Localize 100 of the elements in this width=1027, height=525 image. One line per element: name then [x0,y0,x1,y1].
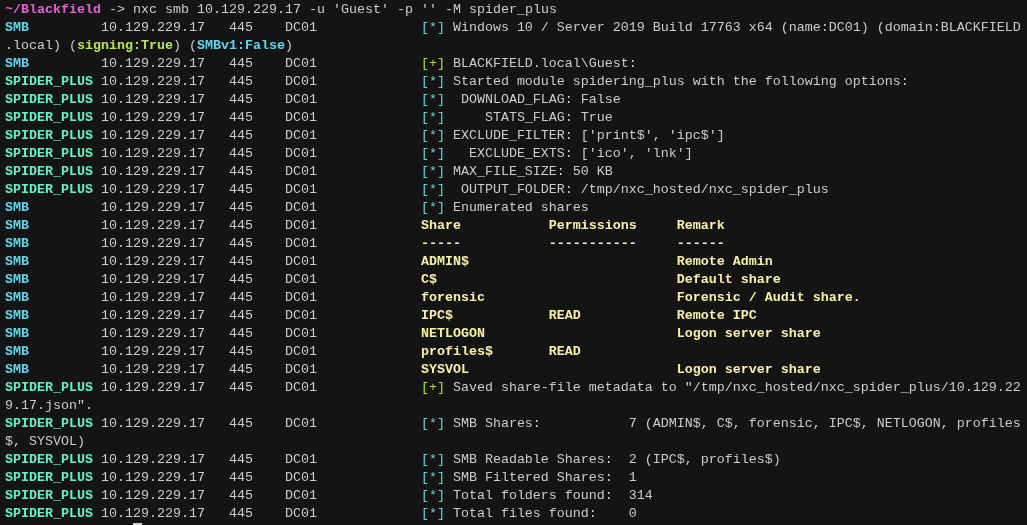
module-label: SMB [5,236,29,251]
share-name: ADMIN$ [420,254,469,269]
status-marker: [*] [420,146,445,161]
log-message: Enumerated shares [452,200,589,215]
log-message: EXCLUDE_EXTS: ['ico', 'lnk'] [467,146,693,161]
status-marker: [*] [420,182,445,197]
hostname: DC01 [284,470,317,485]
log-message-continuation: $, SYSVOL) [5,433,85,451]
share-remark: Remote Admin [676,254,773,269]
hostname: DC01 [284,506,317,521]
log-message: SMB Readable Shares: 2 (IPC$, profiles$) [452,452,781,467]
host-address: 10.129.229.17 [100,362,205,377]
host-address: 10.129.229.17 [100,470,205,485]
hostname: DC01 [284,236,317,251]
host-address: 10.129.229.17 [100,182,205,197]
status-marker: [*] [420,92,445,107]
share-permissions: READ [548,308,581,323]
port-number: 445 [228,164,253,179]
hostname: DC01 [284,128,317,143]
port-number: 445 [228,236,253,251]
module-label: SPIDER_PLUS [5,74,93,89]
hostname: DC01 [284,344,317,359]
log-message-continuation: 9.17.json". [5,397,93,415]
status-marker: [*] [420,110,445,125]
host-address: 10.129.229.17 [100,236,205,251]
module-label: SMB [5,326,29,341]
share-name: IPC$ [420,308,453,323]
log-message: Windows 10 / Server 2019 Build 17763 x64 (name:DC01) (domain:BLACKFIELD [452,20,1021,35]
log-message: Total files found: 0 [452,506,637,521]
hostname: DC01 [284,164,317,179]
status-marker: [*] [420,20,445,35]
log-message: MAX_FILE_SIZE: 50 KB [452,164,613,179]
share-permissions: Permissions [548,218,637,233]
port-number: 445 [228,254,253,269]
host-address: 10.129.229.17 [100,200,205,215]
module-label: SMB [5,272,29,287]
port-number: 445 [228,362,253,377]
share-name: C$ [420,272,437,287]
module-label: SMB [5,290,29,305]
port-number: 445 [228,344,253,359]
hostname: DC01 [284,74,317,89]
share-remark: Forensic / Audit share. [676,290,861,305]
hostname: DC01 [284,452,317,467]
hostname: DC01 [284,488,317,503]
prompt-path: ~/Blackfield [5,2,101,17]
hostname: DC01 [284,326,317,341]
host-address: 10.129.229.17 [100,290,205,305]
status-marker: [*] [420,164,445,179]
host-address: 10.129.229.17 [100,380,205,395]
host-address: 10.129.229.17 [100,308,205,323]
command-text: -> nxc smb 10.129.229.17 -u 'Guest' -p '' -M spider_plus [107,2,557,17]
port-number: 445 [228,452,253,467]
port-number: 445 [228,146,253,161]
port-number: 445 [228,200,253,215]
hostname: DC01 [284,272,317,287]
module-label: SPIDER_PLUS [5,92,93,107]
status-marker: [*] [420,506,445,521]
host-address: 10.129.229.17 [100,20,205,35]
share-name: Share [420,218,461,233]
log-message: SMB Filtered Shares: 1 [452,470,637,485]
module-label: SPIDER_PLUS [5,470,93,485]
hostname: DC01 [284,20,317,35]
port-number: 445 [228,182,253,197]
hostname: DC01 [284,362,317,377]
module-label: SMB [5,362,29,377]
module-label: SMB [5,344,29,359]
module-label: SPIDER_PLUS [5,380,93,395]
port-number: 445 [228,416,253,431]
status-marker: [+] [420,380,445,395]
log-message-continuation: .local) (signing:True) (SMBv1:False) [5,37,293,55]
hostname: DC01 [284,290,317,305]
hostname: DC01 [284,200,317,215]
port-number: 445 [228,326,253,341]
share-name: profiles$ [420,344,493,359]
log-message: EXCLUDE_FILTER: ['print$', 'ipc$'] [452,128,725,143]
module-label: SMB [5,200,29,215]
status-marker: [*] [420,452,445,467]
share-name: forensic [420,290,485,305]
host-address: 10.129.229.17 [100,74,205,89]
log-message: STATS_FLAG: True [483,110,613,125]
hostname: DC01 [284,56,317,71]
hostname: DC01 [284,254,317,269]
module-label: SMB [5,218,29,233]
port-number: 445 [228,470,253,485]
hostname: DC01 [284,218,317,233]
share-remark: ------ [676,236,725,251]
port-number: 445 [228,20,253,35]
log-message: Saved share-file metadata to "/tmp/nxc_hosted/nxc_spider_plus/10.129.22 [452,380,1021,395]
host-address: 10.129.229.17 [100,146,205,161]
module-label: SPIDER_PLUS [5,452,93,467]
host-address: 10.129.229.17 [100,110,205,125]
share-permissions: READ [548,344,581,359]
port-number: 445 [228,488,253,503]
log-message: OUTPUT_FOLDER: /tmp/nxc_hosted/nxc_spider_plus [459,182,829,197]
host-address: 10.129.229.17 [100,128,205,143]
port-number: 445 [228,272,253,287]
host-address: 10.129.229.17 [100,326,205,341]
status-marker: [*] [420,470,445,485]
share-remark: Remark [676,218,725,233]
log-message: BLACKFIELD.local\Guest: [452,56,637,71]
